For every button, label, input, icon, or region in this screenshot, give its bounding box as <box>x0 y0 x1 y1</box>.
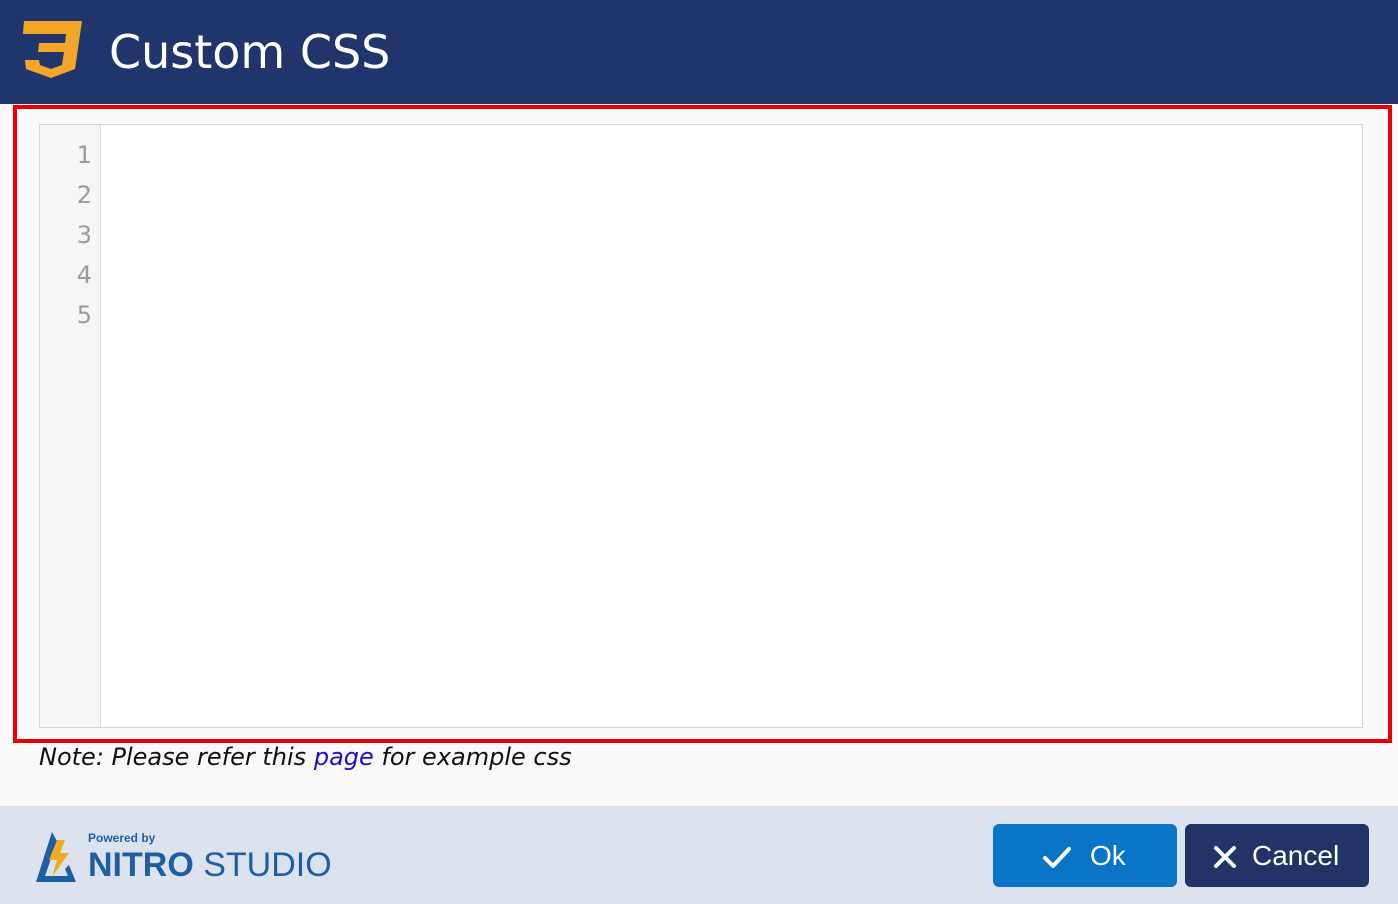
ok-button-label: Ok <box>1090 840 1126 871</box>
css3-icon <box>23 21 82 78</box>
cancel-button-label: Cancel <box>1252 840 1340 871</box>
close-icon <box>1214 846 1236 868</box>
note-prefix: Note: Please refer this <box>39 743 307 771</box>
cancel-button[interactable]: Cancel <box>1185 824 1369 887</box>
note-suffix: for example css <box>381 743 572 771</box>
checkmark-icon <box>1043 847 1071 868</box>
powered-by-label: Powered by <box>88 831 156 845</box>
nitro-logo-icon <box>36 832 76 882</box>
dialog-title: Custom CSS <box>109 25 391 79</box>
nitro-studio-logo: Powered by NITRO STUDIO <box>32 826 332 888</box>
ok-button[interactable]: Ok <box>993 824 1177 887</box>
brand-light: STUDIO <box>203 846 332 884</box>
brand-bold: NITRO <box>88 846 194 884</box>
example-note: Note: Please refer this page for example… <box>39 742 572 772</box>
dialog-header: Custom CSS <box>0 0 1398 104</box>
editor-highlight-frame <box>13 105 1392 743</box>
brand-name: NITRO STUDIO <box>88 845 332 885</box>
example-page-link[interactable]: page <box>314 743 374 771</box>
